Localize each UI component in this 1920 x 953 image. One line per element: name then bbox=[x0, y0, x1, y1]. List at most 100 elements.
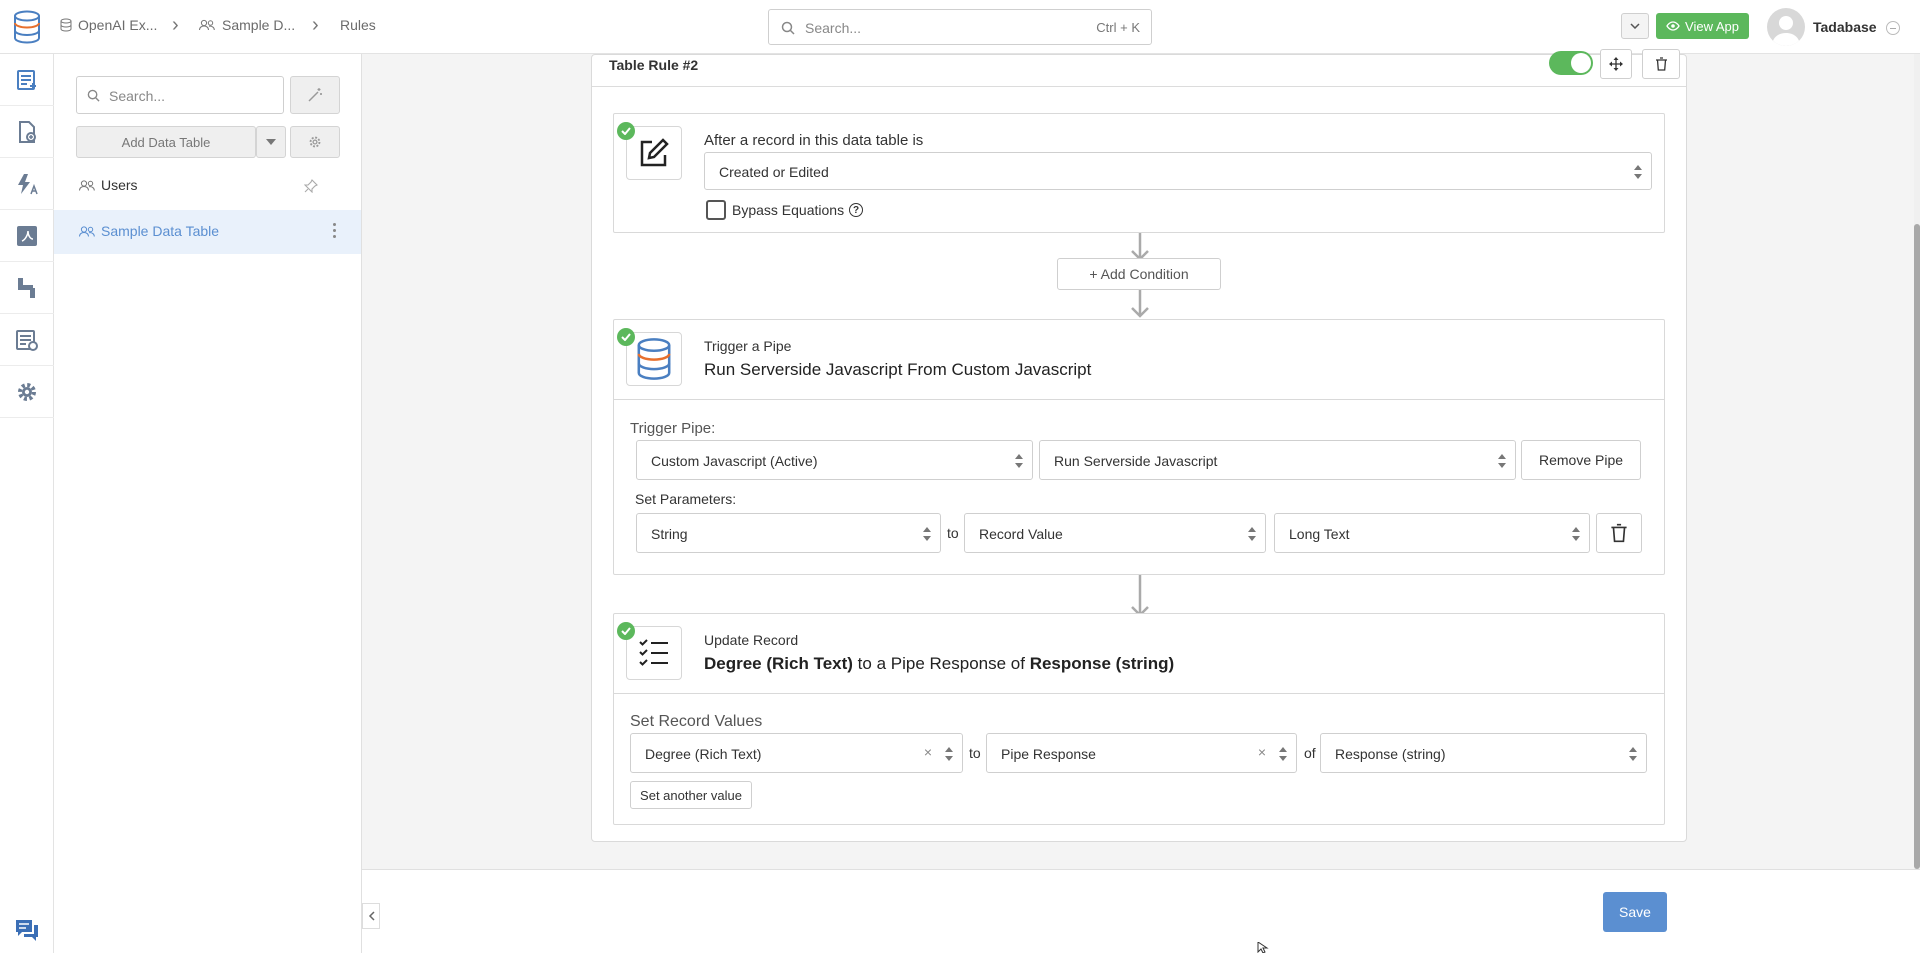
sort-arrows-icon bbox=[1248, 527, 1256, 541]
sort-arrows-icon bbox=[945, 747, 953, 761]
search-icon bbox=[87, 89, 100, 102]
breadcrumb-table-label: Sample D... bbox=[222, 17, 296, 33]
rule-header: Table Rule #2 bbox=[592, 49, 1686, 87]
update-title-response: Response (string) bbox=[1029, 654, 1175, 673]
pdf-icon[interactable] bbox=[0, 210, 54, 262]
value-source-value: Pipe Response bbox=[1001, 746, 1096, 762]
to-label: to bbox=[969, 745, 981, 761]
user-status-icon bbox=[1886, 21, 1900, 35]
add-data-table-button[interactable]: Add Data Table bbox=[76, 126, 256, 158]
footer-bar: Save bbox=[362, 869, 1920, 953]
connector-arrow-icon bbox=[1131, 575, 1149, 617]
sort-arrows-icon bbox=[1629, 747, 1637, 761]
scrollbar-thumb[interactable] bbox=[1914, 224, 1920, 869]
table-search-input[interactable]: Search... bbox=[76, 76, 284, 114]
data-builder-icon[interactable] bbox=[0, 54, 54, 106]
move-rule-button[interactable] bbox=[1600, 49, 1632, 79]
chevron-right-icon: › bbox=[172, 14, 179, 36]
update-title-field: Degree (Rich Text) bbox=[704, 654, 853, 673]
page-builder-icon[interactable] bbox=[0, 106, 54, 158]
search-shortcut: Ctrl + K bbox=[1096, 20, 1140, 35]
trigger-label: After a record in this data table is bbox=[704, 132, 924, 149]
pipe-kicker: Trigger a Pipe bbox=[704, 338, 792, 354]
connector-arrow-icon bbox=[1131, 290, 1149, 318]
gear-icon[interactable] bbox=[0, 366, 54, 418]
clear-icon[interactable]: × bbox=[1258, 744, 1266, 760]
users-icon bbox=[79, 226, 95, 237]
parameter-source-value: Record Value bbox=[979, 526, 1063, 542]
trigger-block: After a record in this data table is Cre… bbox=[613, 113, 1665, 233]
sort-arrows-icon bbox=[1015, 454, 1023, 468]
user-name[interactable]: Tadabase bbox=[1813, 19, 1877, 35]
mouse-cursor-icon bbox=[1257, 942, 1269, 953]
chevron-down-icon bbox=[1630, 23, 1640, 29]
rule-enabled-toggle[interactable] bbox=[1549, 51, 1593, 75]
bypass-equations-checkbox[interactable] bbox=[706, 200, 726, 220]
icon-rail bbox=[0, 54, 54, 953]
set-another-value-label: Set another value bbox=[640, 787, 742, 803]
top-bar: OpenAI Ex... › Sample D... › Rules Searc… bbox=[0, 0, 1920, 54]
pipe-action-value: Run Serverside Javascript bbox=[1054, 453, 1218, 469]
collapse-panel-button[interactable] bbox=[362, 903, 380, 929]
sidebar-item-label: Users bbox=[101, 177, 138, 193]
search-icon bbox=[781, 21, 795, 35]
magic-wand-icon bbox=[308, 88, 322, 102]
breadcrumb-app[interactable]: OpenAI Ex... bbox=[60, 17, 157, 33]
parameter-name-select[interactable]: String bbox=[636, 513, 941, 553]
set-another-value-button[interactable]: Set another value bbox=[630, 781, 752, 809]
avatar[interactable] bbox=[1767, 8, 1805, 46]
app-logo-icon[interactable] bbox=[12, 10, 42, 47]
pin-icon[interactable] bbox=[304, 179, 318, 193]
chat-icon[interactable] bbox=[14, 918, 40, 945]
more-vertical-icon[interactable] bbox=[333, 223, 337, 238]
pipe-action-select[interactable]: Run Serverside Javascript bbox=[1039, 440, 1516, 480]
chevron-left-icon bbox=[368, 911, 375, 921]
remove-pipe-button[interactable]: Remove Pipe bbox=[1521, 440, 1641, 480]
database-icon bbox=[60, 18, 72, 32]
trigger-event-value: Created or Edited bbox=[719, 164, 829, 180]
search-placeholder: Search... bbox=[805, 20, 862, 36]
sort-arrows-icon bbox=[923, 527, 931, 541]
global-search-input[interactable]: Search... Ctrl + K bbox=[768, 9, 1152, 45]
sidebar-item-sample-data-table[interactable]: Sample Data Table bbox=[54, 210, 361, 254]
scrollbar[interactable] bbox=[1914, 54, 1920, 869]
move-icon bbox=[1609, 57, 1623, 71]
breadcrumb-table[interactable]: Sample D... bbox=[198, 17, 295, 33]
of-label: of bbox=[1304, 745, 1316, 761]
breadcrumb-current-label: Rules bbox=[340, 17, 376, 33]
breadcrumb-app-label: OpenAI Ex... bbox=[78, 17, 158, 33]
value-source-select[interactable]: Pipe Response × bbox=[986, 733, 1297, 773]
set-record-values-label: Set Record Values bbox=[630, 713, 763, 730]
parameter-field-select[interactable]: Long Text bbox=[1274, 513, 1590, 553]
check-icon bbox=[617, 622, 635, 640]
help-icon[interactable]: ? bbox=[849, 203, 863, 217]
bypass-equations-label: Bypass Equations bbox=[732, 202, 845, 218]
pipes-icon[interactable] bbox=[0, 262, 54, 314]
add-table-dropdown-button[interactable] bbox=[256, 126, 286, 158]
pipe-select[interactable]: Custom Javascript (Active) bbox=[636, 440, 1033, 480]
remove-pipe-label: Remove Pipe bbox=[1538, 452, 1624, 468]
save-button[interactable]: Save bbox=[1603, 892, 1667, 932]
trigger-event-select[interactable]: Created or Edited bbox=[704, 152, 1652, 190]
reports-icon[interactable] bbox=[0, 314, 54, 366]
view-app-button[interactable]: View App bbox=[1656, 13, 1749, 39]
add-condition-button[interactable]: + Add Condition bbox=[1057, 258, 1221, 290]
pipe-select-value: Custom Javascript (Active) bbox=[651, 453, 818, 469]
table-settings-button[interactable] bbox=[290, 126, 340, 158]
delete-rule-button[interactable] bbox=[1642, 49, 1680, 79]
clear-icon[interactable]: × bbox=[924, 744, 932, 760]
update-title: Degree (Rich Text) to a Pipe Response of… bbox=[704, 654, 1174, 674]
to-label: to bbox=[947, 525, 959, 541]
pipe-title: Run Serverside Javascript From Custom Ja… bbox=[704, 360, 1092, 379]
response-select[interactable]: Response (string) bbox=[1320, 733, 1647, 773]
delete-parameter-button[interactable] bbox=[1596, 513, 1642, 553]
parameter-source-select[interactable]: Record Value bbox=[964, 513, 1266, 553]
check-icon bbox=[617, 122, 635, 140]
magic-wand-button[interactable] bbox=[290, 76, 340, 114]
record-field-select[interactable]: Degree (Rich Text) × bbox=[630, 733, 963, 773]
breadcrumb-current: Rules bbox=[340, 17, 376, 33]
automation-icon[interactable] bbox=[0, 158, 54, 210]
dropdown-toggle-button[interactable] bbox=[1621, 13, 1649, 39]
trash-icon bbox=[1611, 523, 1627, 543]
sidebar-item-users[interactable]: Users bbox=[54, 166, 361, 206]
